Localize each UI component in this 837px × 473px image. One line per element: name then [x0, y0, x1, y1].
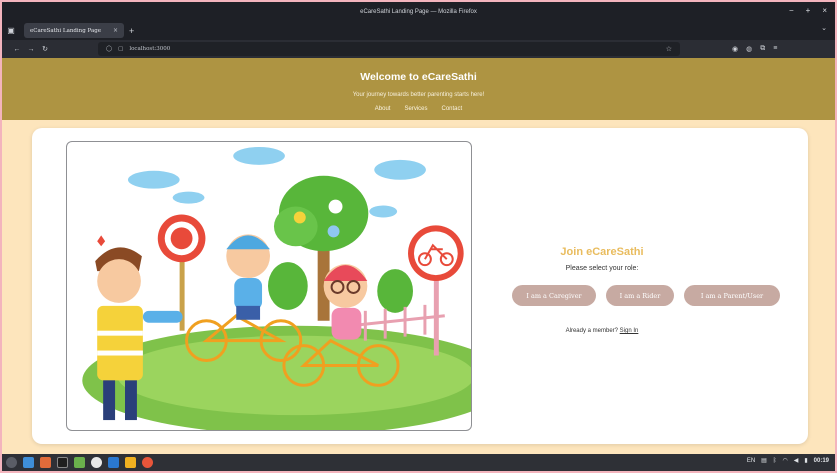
- role-buttons: I am a Caregiver I am a Rider I am a Par…: [512, 285, 788, 306]
- app-icon[interactable]: [142, 457, 153, 468]
- forward-arrow-icon[interactable]: →: [24, 46, 38, 53]
- nav-link-contact[interactable]: Contact: [442, 106, 463, 112]
- tab-bar: ▣ eCareSathi Landing Page × + ⌄: [2, 21, 835, 40]
- battery-icon[interactable]: ▮: [804, 457, 807, 464]
- reload-icon[interactable]: ↻: [38, 45, 52, 53]
- volume-icon[interactable]: ◀: [794, 457, 799, 464]
- photos-icon[interactable]: [74, 457, 85, 468]
- rider-role-button[interactable]: I am a Rider: [606, 285, 674, 306]
- chrome-icon[interactable]: [91, 457, 102, 468]
- window-controls: − + ×: [789, 6, 827, 15]
- toolbar-extensions: ◉ ◍ ⧉ ≡: [732, 45, 777, 53]
- new-tab-button[interactable]: +: [129, 26, 134, 36]
- tab-title: eCareSathi Landing Page: [30, 27, 102, 34]
- clock: 00:19: [813, 457, 829, 464]
- system-tray: EN ▤ ᛒ ◠ ◀ ▮ 00:19: [747, 457, 829, 465]
- tab-list-icon[interactable]: ▣: [2, 21, 20, 40]
- shield-icon: ◯: [106, 46, 113, 52]
- network-icon[interactable]: ▤: [761, 457, 767, 464]
- top-nav: About Services Contact: [2, 106, 835, 112]
- extensions-icon[interactable]: ⧉: [760, 45, 765, 53]
- start-menu-icon[interactable]: [6, 457, 17, 468]
- wifi-icon[interactable]: ◠: [782, 457, 787, 464]
- tab-close-icon[interactable]: ×: [113, 27, 118, 34]
- minimize-button[interactable]: −: [789, 6, 794, 15]
- notes-icon[interactable]: [125, 457, 136, 468]
- window-title: eCareSathi Landing Page — Mozilla Firefo…: [360, 8, 477, 15]
- tab-overflow-chevron-icon[interactable]: ⌄: [821, 24, 827, 32]
- keyboard-layout[interactable]: EN: [747, 458, 755, 464]
- page-icon: ▢: [118, 46, 124, 52]
- terminal-icon[interactable]: [57, 457, 68, 468]
- hero-header: Welcome to eCareSathi Your journey towar…: [2, 58, 835, 120]
- nav-link-about[interactable]: About: [375, 106, 391, 112]
- join-title: Join eCareSathi: [560, 246, 644, 258]
- hero-tagline: Your journey towards better parenting st…: [352, 92, 485, 98]
- page-viewport: Welcome to eCareSathi Your journey towar…: [2, 58, 835, 454]
- menu-icon[interactable]: ≡: [773, 45, 777, 53]
- window-titlebar: eCareSathi Landing Page — Mozilla Firefo…: [2, 2, 835, 21]
- os-taskbar: EN ▤ ᛒ ◠ ◀ ▮ 00:19: [2, 454, 835, 471]
- already-member-text: Already a member?: [565, 328, 618, 334]
- firefox-icon[interactable]: [40, 457, 51, 468]
- kids-cycling-illustration: [66, 141, 472, 431]
- browser-window: eCareSathi Landing Page — Mozilla Firefo…: [2, 2, 835, 471]
- caregiver-role-button[interactable]: I am a Caregiver: [512, 285, 596, 306]
- page-title: Welcome to eCareSathi: [360, 71, 477, 83]
- close-window-button[interactable]: ×: [822, 6, 827, 15]
- illustration-art: [82, 146, 471, 430]
- bookmark-star-icon[interactable]: ☆: [666, 45, 672, 53]
- address-bar[interactable]: ◯ ▢ localhost:3000 ☆: [98, 42, 680, 56]
- bluetooth-icon[interactable]: ᛒ: [773, 458, 777, 464]
- signin-link[interactable]: Sign In: [620, 328, 639, 334]
- role-prompt: Please select your role:: [565, 265, 639, 272]
- navigation-toolbar: ← → ↻ ◯ ▢ localhost:3000 ☆ ◉ ◍ ⧉ ≡: [2, 40, 835, 58]
- account-icon[interactable]: ◍: [746, 45, 752, 53]
- signin-prompt: Already a member? Sign In: [566, 328, 639, 334]
- nav-link-services[interactable]: Services: [404, 106, 427, 112]
- url-text: localhost:3000: [129, 46, 171, 52]
- landing-card: Join eCareSathi Please select your role:…: [32, 128, 808, 444]
- parent-role-button[interactable]: I am a Parent/User: [684, 285, 780, 306]
- back-arrow-icon[interactable]: ←: [10, 46, 24, 53]
- vscode-icon[interactable]: [108, 457, 119, 468]
- files-icon[interactable]: [23, 457, 34, 468]
- pocket-icon[interactable]: ◉: [732, 45, 738, 53]
- tab-ecaresathi[interactable]: eCareSathi Landing Page ×: [24, 23, 124, 38]
- maximize-button[interactable]: +: [806, 6, 811, 15]
